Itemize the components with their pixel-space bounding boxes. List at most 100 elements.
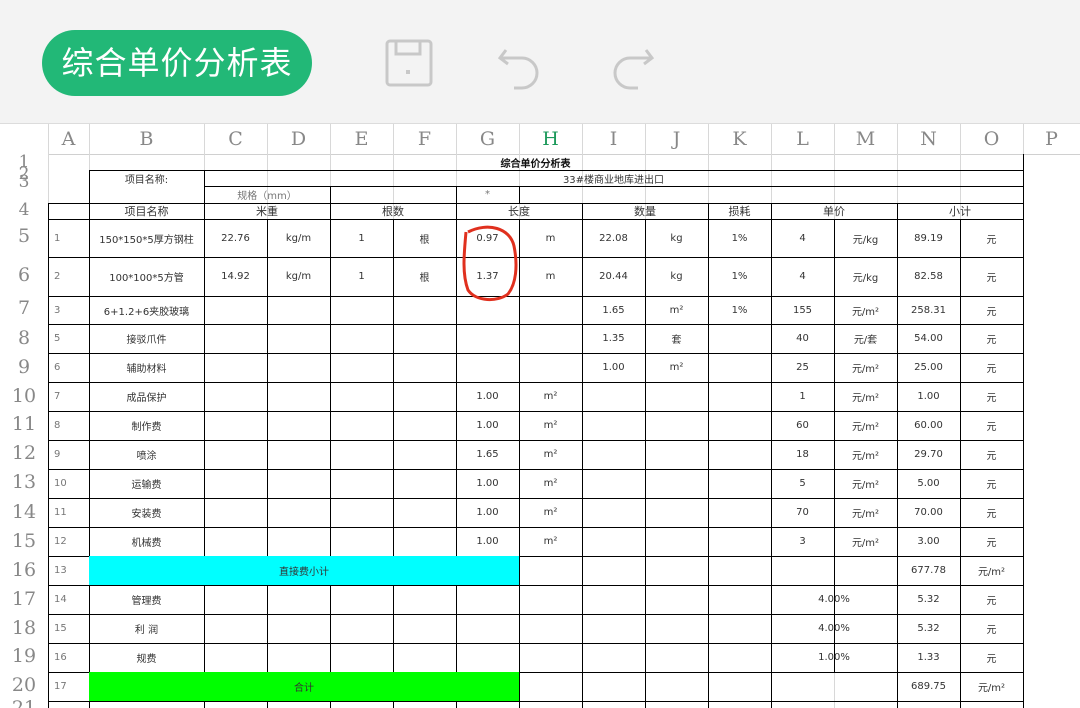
- cell-loss[interactable]: [708, 440, 771, 469]
- cell-count[interactable]: [330, 440, 393, 469]
- cell-sub-unit[interactable]: 元: [960, 469, 1023, 498]
- cell-seq[interactable]: 17: [48, 672, 95, 701]
- cell-length-unit[interactable]: m²: [519, 469, 582, 498]
- column-header-j[interactable]: J: [645, 124, 708, 154]
- fee-subtotal[interactable]: 5.32: [897, 614, 960, 643]
- row-header-21[interactable]: 21: [0, 697, 48, 708]
- cell-length[interactable]: 1.00: [456, 527, 519, 556]
- cell-price-unit[interactable]: 元/m²: [834, 296, 897, 324]
- cell-sub-unit[interactable]: 元: [960, 382, 1023, 411]
- fee-name[interactable]: 利 润: [89, 614, 204, 643]
- cell-seq[interactable]: 8: [48, 411, 95, 440]
- column-header-g[interactable]: G: [456, 124, 519, 154]
- fee-subtotal[interactable]: 5.32: [897, 585, 960, 614]
- cell-count-unit[interactable]: [393, 324, 456, 353]
- cell-seq[interactable]: 5: [48, 324, 95, 353]
- cell-count[interactable]: [330, 353, 393, 382]
- cell-weight[interactable]: [204, 296, 267, 324]
- cell-count-unit[interactable]: [393, 469, 456, 498]
- cell-sub[interactable]: 258.31: [897, 296, 960, 324]
- spreadsheet-grid[interactable]: A B C D E F G H I J K L M N O P 1 2 3 4 5 6 7 8 9 10 11 12 13 14 15 16 1…: [0, 124, 1080, 708]
- column-header-f[interactable]: F: [393, 124, 456, 154]
- cell-price-unit[interactable]: 元/m²: [834, 440, 897, 469]
- cell-count-unit[interactable]: [393, 527, 456, 556]
- cell-name[interactable]: 150*150*5厚方钢柱: [89, 219, 204, 257]
- cell-seq[interactable]: 6: [48, 353, 95, 382]
- fee-name[interactable]: 规费: [89, 643, 204, 672]
- fee-rate[interactable]: 1.00%: [771, 643, 897, 672]
- cell-count[interactable]: [330, 469, 393, 498]
- row-header-17[interactable]: 17: [0, 588, 48, 610]
- cell-sub-unit[interactable]: 元: [960, 527, 1023, 556]
- cell-weight-unit[interactable]: kg/m: [267, 219, 330, 257]
- cell-name[interactable]: 接驳爪件: [89, 324, 204, 353]
- cell-sub-unit[interactable]: 元: [960, 324, 1023, 353]
- cell-length-unit[interactable]: m²: [519, 382, 582, 411]
- row-header-6[interactable]: 6: [0, 264, 48, 286]
- cell-length-unit[interactable]: m²: [519, 440, 582, 469]
- cell-weight[interactable]: [204, 440, 267, 469]
- cell-name[interactable]: 机械费: [89, 527, 204, 556]
- cell-qty-unit[interactable]: m²: [645, 353, 708, 382]
- cell-length[interactable]: 1.00: [456, 411, 519, 440]
- cell-name[interactable]: 运输费: [89, 469, 204, 498]
- cell-qty[interactable]: 1.65: [582, 296, 645, 324]
- cell-qty[interactable]: [582, 440, 645, 469]
- cell-price[interactable]: 70: [771, 498, 834, 527]
- cell-weight-unit[interactable]: [267, 324, 330, 353]
- cell-qty[interactable]: 20.44: [582, 257, 645, 296]
- cell-sub[interactable]: 82.58: [897, 257, 960, 296]
- cell-name[interactable]: 安装费: [89, 498, 204, 527]
- cell-price-unit[interactable]: 元/m²: [834, 469, 897, 498]
- document-title-button[interactable]: 综合单价分析表: [42, 30, 312, 96]
- cell-price[interactable]: 155: [771, 296, 834, 324]
- cell-price-unit[interactable]: 元/m²: [834, 382, 897, 411]
- cell-qty-unit[interactable]: [645, 382, 708, 411]
- cell-sub[interactable]: 5.00: [897, 469, 960, 498]
- cell-weight-unit[interactable]: [267, 527, 330, 556]
- cell-sub-unit[interactable]: 元: [960, 440, 1023, 469]
- cell-weight-unit[interactable]: [267, 353, 330, 382]
- cell-price[interactable]: 60: [771, 411, 834, 440]
- cell-count-unit[interactable]: 根: [393, 219, 456, 257]
- cell-loss[interactable]: [708, 324, 771, 353]
- cell-qty-unit[interactable]: 套: [645, 324, 708, 353]
- cell-weight-unit[interactable]: [267, 469, 330, 498]
- cell-count[interactable]: [330, 296, 393, 324]
- cell-length[interactable]: 1.00: [456, 469, 519, 498]
- row-header-16[interactable]: 16: [0, 559, 48, 581]
- cell-qty-unit[interactable]: [645, 498, 708, 527]
- cell-qty[interactable]: 1.35: [582, 324, 645, 353]
- cell-sub[interactable]: 60.00: [897, 411, 960, 440]
- fee-unit[interactable]: 元: [960, 614, 1023, 643]
- cell-price[interactable]: 40: [771, 324, 834, 353]
- cell-qty[interactable]: 22.08: [582, 219, 645, 257]
- cell-price-unit[interactable]: 元/m²: [834, 353, 897, 382]
- cell-weight[interactable]: [204, 382, 267, 411]
- cell-loss[interactable]: [708, 469, 771, 498]
- cell-weight[interactable]: [204, 411, 267, 440]
- cell-weight-unit[interactable]: [267, 382, 330, 411]
- row-header-8[interactable]: 8: [0, 327, 48, 349]
- cell-length-unit[interactable]: m²: [519, 527, 582, 556]
- cell-seq[interactable]: 9: [48, 440, 95, 469]
- cell-seq[interactable]: 1: [48, 219, 95, 257]
- cell-loss[interactable]: [708, 353, 771, 382]
- cell-seq[interactable]: 16: [48, 643, 95, 672]
- cell-seq[interactable]: 7: [48, 382, 95, 411]
- column-header-k[interactable]: K: [708, 124, 771, 154]
- cell-price[interactable]: 25: [771, 353, 834, 382]
- cell-qty[interactable]: [582, 527, 645, 556]
- cell-qty-unit[interactable]: [645, 527, 708, 556]
- cell-loss[interactable]: [708, 411, 771, 440]
- cell-price[interactable]: 18: [771, 440, 834, 469]
- cell-qty[interactable]: 1.00: [582, 353, 645, 382]
- cell-qty-unit[interactable]: [645, 440, 708, 469]
- column-header-o[interactable]: O: [960, 124, 1023, 154]
- cell-count[interactable]: [330, 411, 393, 440]
- column-header-i[interactable]: I: [582, 124, 645, 154]
- cell-name[interactable]: 成品保护: [89, 382, 204, 411]
- cell-length-unit[interactable]: [519, 324, 582, 353]
- cell-qty-unit[interactable]: [645, 469, 708, 498]
- cell-qty[interactable]: [582, 382, 645, 411]
